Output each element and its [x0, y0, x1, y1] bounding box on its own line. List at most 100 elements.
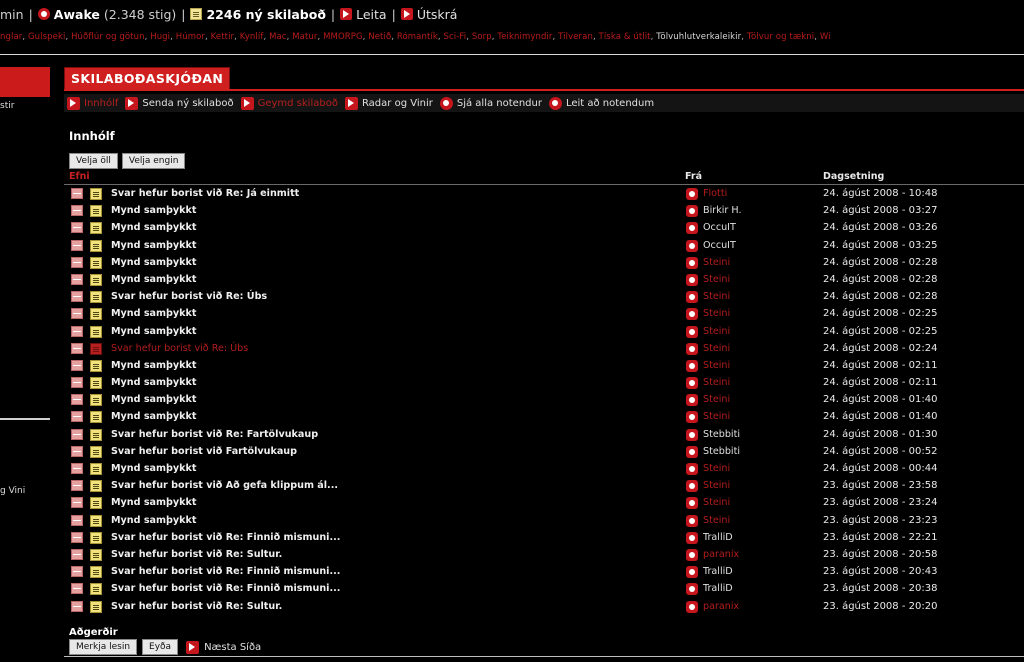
new-messages-link[interactable]: 2246 ný skilaboð	[206, 7, 325, 22]
search-link[interactable]: Leita	[356, 7, 386, 22]
message-subject[interactable]: Svar hefur borist við Að gefa klippum ál…	[111, 480, 338, 491]
col-subject[interactable]: Efni	[69, 171, 90, 182]
table-row[interactable]: Svar hefur borist við Að gefa klippum ál…	[64, 478, 1024, 495]
message-sender[interactable]: Steini	[703, 497, 730, 508]
envelope-icon[interactable]	[71, 497, 83, 509]
envelope-icon[interactable]	[71, 291, 83, 303]
nav-item[interactable]: Innhólf	[64, 96, 118, 110]
message-subject[interactable]: Svar hefur borist við Re: Fartölvukaup	[111, 429, 318, 440]
envelope-icon[interactable]	[71, 514, 83, 526]
category-link[interactable]: Tölvur og tækni	[747, 32, 814, 42]
message-sender[interactable]: Steini	[703, 326, 730, 337]
message-subject[interactable]: Svar hefur borist við Re: Finnið mismuni…	[111, 566, 340, 577]
message-subject[interactable]: Mynd samþykkt	[111, 360, 197, 371]
message-sender[interactable]: Steini	[703, 480, 730, 491]
message-subject[interactable]: Mynd samþykkt	[111, 240, 197, 251]
message-sender[interactable]: Flotti	[703, 188, 727, 199]
category-link[interactable]: Tilveran	[558, 32, 593, 42]
envelope-icon[interactable]	[71, 256, 83, 268]
table-row[interactable]: Svar hefur borist við Re: Fartölvukaup St…	[64, 427, 1024, 444]
message-sender[interactable]: Steini	[703, 360, 730, 371]
table-row[interactable]: Mynd samþykkt OccuIT 24. ágúst 2008 - 03:2…	[64, 238, 1024, 255]
message-sender[interactable]: Steini	[703, 394, 730, 405]
envelope-icon[interactable]	[71, 548, 83, 560]
message-subject[interactable]: Svar hefur borist við Fartölvukaup	[111, 446, 297, 457]
category-link[interactable]: Mac	[269, 32, 287, 42]
nav-item[interactable]: Geymd skilaboð	[238, 96, 338, 110]
message-subject[interactable]: Mynd samþykkt	[111, 394, 197, 405]
message-subject[interactable]: Mynd samþykkt	[111, 257, 197, 268]
table-row[interactable]: Svar hefur borist við Re: Já einmitt Flot…	[64, 186, 1024, 203]
envelope-icon[interactable]	[71, 359, 83, 371]
category-link[interactable]: Húðflúr og götun	[71, 32, 145, 42]
envelope-icon[interactable]	[71, 566, 83, 578]
message-subject[interactable]: Mynd samþykkt	[111, 274, 197, 285]
nav-item[interactable]: Sjá alla notendur	[437, 96, 542, 110]
table-row[interactable]: Mynd samþykkt Steini 23. ágúst 2008 - 23:2…	[64, 513, 1024, 530]
envelope-icon[interactable]	[71, 600, 83, 612]
envelope-icon[interactable]	[71, 188, 83, 199]
col-date[interactable]: Dagsetning	[823, 171, 884, 182]
next-page-link[interactable]: Næsta Síða	[186, 640, 261, 654]
envelope-icon[interactable]	[71, 325, 83, 337]
table-row[interactable]: Mynd samþykkt Steini 24. ágúst 2008 - 00:4…	[64, 461, 1024, 478]
mark-read-button[interactable]: Merkja lesin	[69, 639, 138, 655]
envelope-icon[interactable]	[71, 445, 83, 457]
category-link[interactable]: Netið	[368, 32, 391, 42]
category-link[interactable]: Hugi	[150, 32, 170, 42]
table-row[interactable]: Svar hefur borist við Re: Finnið mismuni…	[64, 581, 1024, 598]
envelope-icon[interactable]	[71, 308, 83, 320]
message-subject[interactable]: Svar hefur borist við Re: Finnið mismuni…	[111, 583, 340, 594]
category-link[interactable]: Sci-Fi	[444, 32, 467, 42]
message-sender[interactable]: Steini	[703, 257, 730, 268]
table-row[interactable]: Mynd samþykkt Steini 24. ágúst 2008 - 02:1…	[64, 358, 1024, 375]
nav-item[interactable]: Radar og Vinir	[342, 96, 433, 110]
message-sender[interactable]: paranix	[703, 549, 739, 560]
category-link[interactable]: Teiknimyndir	[497, 32, 552, 42]
message-sender[interactable]: Steini	[703, 274, 730, 285]
envelope-icon[interactable]	[71, 342, 83, 354]
message-sender[interactable]: Steini	[703, 463, 730, 474]
message-sender[interactable]: TralliD	[703, 583, 733, 594]
envelope-icon[interactable]	[71, 239, 83, 251]
envelope-icon[interactable]	[71, 205, 83, 217]
category-link[interactable]: MMORPG	[323, 32, 363, 42]
message-subject[interactable]: Mynd samþykkt	[111, 463, 197, 474]
col-from[interactable]: Frá	[685, 171, 702, 182]
message-subject[interactable]: Svar hefur borist við Re: Já einmitt	[111, 188, 299, 199]
message-sender[interactable]: Birkir H.	[703, 205, 742, 216]
table-row[interactable]: Svar hefur borist við Re: Sultur. paranix…	[64, 547, 1024, 564]
table-row[interactable]: Mynd samþykkt Steini 24. ágúst 2008 - 02:2…	[64, 272, 1024, 289]
envelope-icon[interactable]	[71, 583, 83, 595]
table-row[interactable]: Svar hefur borist við Re: Úbs Steini 24. á…	[64, 289, 1024, 306]
table-row[interactable]: Mynd samþykkt Steini 24. ágúst 2008 - 01:4…	[64, 409, 1024, 426]
message-sender[interactable]: TralliD	[703, 532, 733, 543]
table-row[interactable]: Mynd samþykkt Steini 24. ágúst 2008 - 02:1…	[64, 375, 1024, 392]
message-subject[interactable]: Mynd samþykkt	[111, 377, 197, 388]
message-subject[interactable]: Mynd samþykkt	[111, 222, 197, 233]
message-subject[interactable]: Mynd samþykkt	[111, 308, 197, 319]
table-row[interactable]: Mynd samþykkt Steini 24. ágúst 2008 - 02:2…	[64, 306, 1024, 323]
table-row[interactable]: Svar hefur borist við Re: Úbs Steini 24. á…	[64, 341, 1024, 358]
message-sender[interactable]: Steini	[703, 411, 730, 422]
table-row[interactable]: Svar hefur borist við Fartölvukaup Stebbi…	[64, 444, 1024, 461]
message-subject[interactable]: Svar hefur borist við Re: Sultur.	[111, 549, 282, 560]
table-row[interactable]: Mynd samþykkt Steini 24. ágúst 2008 - 02:2…	[64, 255, 1024, 272]
message-subject[interactable]: Mynd samþykkt	[111, 497, 197, 508]
message-subject[interactable]: Mynd samþykkt	[111, 326, 197, 337]
logout-link[interactable]: Útskrá	[417, 7, 458, 22]
user-name[interactable]: Awake	[54, 7, 100, 22]
table-row[interactable]: Mynd samþykkt OccuIT 24. ágúst 2008 - 03:2…	[64, 220, 1024, 237]
table-row[interactable]: Mynd samþykkt Steini 23. ágúst 2008 - 23:2…	[64, 495, 1024, 512]
envelope-icon[interactable]	[71, 377, 83, 389]
message-sender[interactable]: OccuIT	[703, 222, 736, 233]
envelope-icon[interactable]	[71, 428, 83, 440]
envelope-icon[interactable]	[71, 463, 83, 474]
nav-item[interactable]: Senda ný skilaboð	[122, 96, 234, 110]
envelope-icon[interactable]	[71, 222, 83, 234]
select-all-button[interactable]: Velja öll	[69, 153, 118, 169]
delete-button[interactable]: Eyða	[142, 639, 179, 655]
message-sender[interactable]: Steini	[703, 377, 730, 388]
envelope-icon[interactable]	[71, 273, 83, 285]
category-link[interactable]: Sorp	[472, 32, 492, 42]
